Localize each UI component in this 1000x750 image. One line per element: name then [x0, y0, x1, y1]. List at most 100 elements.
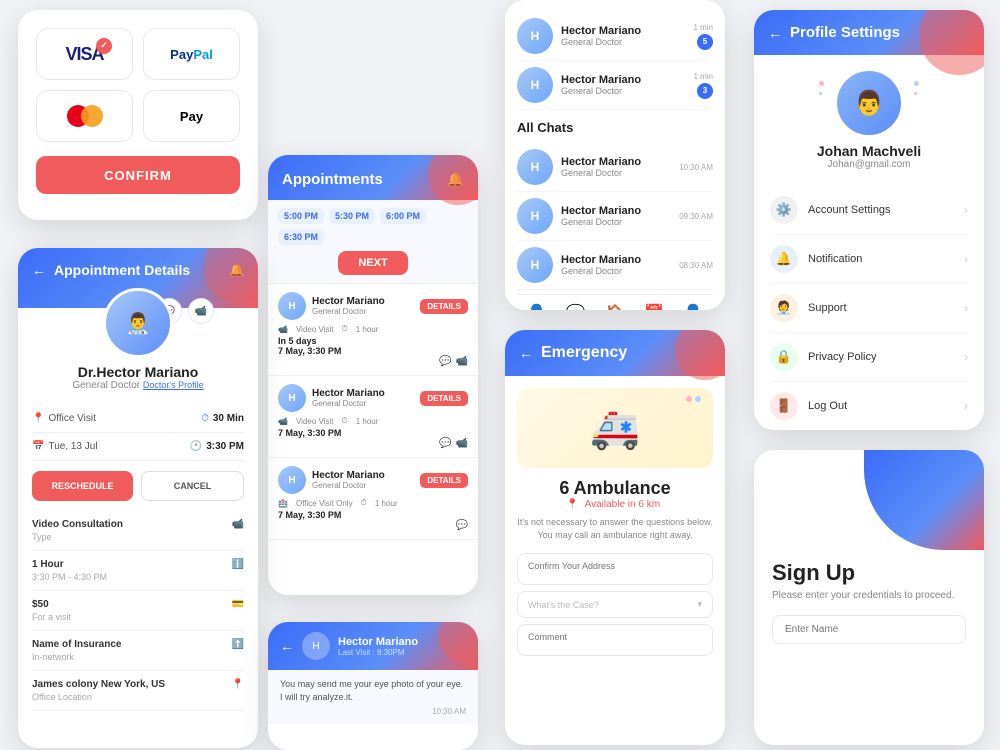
time-chip-4[interactable]: 6:30 PM — [278, 229, 324, 245]
mastercard-logo — [67, 105, 103, 127]
nav-user-icon[interactable]: 👤 — [683, 303, 703, 310]
back-button[interactable]: ← — [32, 262, 46, 278]
visa-check-icon: ✓ — [96, 38, 112, 54]
recent-chat-1[interactable]: H Hector Mariano General Doctor 1 min 5 — [517, 12, 713, 61]
video-icon-2[interactable]: 📹 — [456, 438, 468, 449]
confirm-button[interactable]: CONFIRM — [36, 156, 240, 194]
comment-input[interactable] — [528, 632, 702, 642]
location-icon: 📍 — [32, 413, 44, 424]
time-chip-1[interactable]: 5:00 PM — [278, 208, 324, 224]
logout-label: Log Out — [808, 400, 964, 412]
signup-name-input[interactable] — [772, 615, 966, 644]
visit-date: Tue, 13 Jul — [48, 441, 97, 452]
details-badge-3[interactable]: DETAILS — [420, 473, 468, 488]
visa-logo: VISA ✓ — [65, 44, 103, 65]
all-chat-sub-2: General Doctor — [561, 217, 671, 227]
emergency-title: Emergency — [541, 344, 627, 362]
cancel-button[interactable]: CANCEL — [141, 471, 244, 501]
support-label: Support — [808, 302, 964, 314]
privacy-arrow: › — [964, 350, 968, 364]
doctor-chat-body: You may send me your eye photo of your e… — [268, 670, 478, 724]
nav-calendar-icon[interactable]: 📅 — [644, 303, 664, 310]
all-chat-time-1: 10:30 AM — [679, 163, 713, 172]
doc-full-name: Dr.Hector Mariano — [78, 364, 199, 380]
all-chat-avatar-2: H — [517, 198, 553, 234]
ambulance-availability: 📍 Available in 6 km — [517, 499, 713, 510]
profile-name: Johan Machveli — [817, 143, 921, 159]
emergency-back-button[interactable]: ← — [519, 345, 533, 361]
all-chat-3[interactable]: H Hector Mariano General Doctor 08:30 AM — [517, 241, 713, 290]
time-chip-2[interactable]: 5:30 PM — [329, 208, 375, 224]
all-chat-2[interactable]: H Hector Mariano General Doctor 09:30 AM — [517, 192, 713, 241]
duration-2: 1 hour — [356, 417, 379, 426]
detail-bell-icon[interactable]: 🔔 — [229, 263, 244, 277]
all-chat-name-1: Hector Mariano — [561, 156, 671, 168]
profile-avatar: 👨 — [837, 71, 901, 135]
applepay-option[interactable]: Pay — [143, 90, 240, 142]
reschedule-button[interactable]: RESCHEDULE — [32, 471, 133, 501]
video-icon-btn[interactable]: 📹 — [188, 298, 214, 324]
doctor-profile-link[interactable]: Doctor's Profile — [143, 380, 204, 390]
nav-person-icon[interactable]: 👤 — [527, 303, 547, 310]
location-label: James colony New York, US — [32, 679, 165, 690]
address-input[interactable] — [528, 561, 702, 571]
chat-sub-2: General Doctor — [561, 86, 685, 96]
doc-avatar-2: H — [278, 384, 306, 412]
settings-logout[interactable]: 🚪 Log Out › — [770, 382, 968, 430]
signup-subtitle: Please enter your credentials to proceed… — [772, 590, 966, 601]
recent-chat-2[interactable]: H Hector Mariano General Doctor 1 min 3 — [517, 61, 713, 110]
chat-badge-2: 3 — [697, 83, 713, 99]
settings-account[interactable]: ⚙️ Account Settings › — [770, 186, 968, 235]
paypal-logo: PayPal — [170, 47, 213, 62]
chevron-down-icon: ▾ — [697, 599, 702, 610]
doc-avatar-3: H — [278, 466, 306, 494]
support-arrow: › — [964, 301, 968, 315]
doc-name-3: Hector Mariano — [312, 470, 385, 481]
visit-type-icon-1: 📹 — [278, 325, 288, 334]
next-button[interactable]: NEXT — [338, 251, 407, 275]
duration-icon-1: ⏱ — [341, 324, 347, 334]
hours-row: 1 Hour 3:30 PM - 4:30 PM ℹ️ — [32, 551, 244, 591]
duration-1: 1 hour — [356, 325, 379, 334]
all-chat-avatar-3: H — [517, 247, 553, 283]
chat-icon-3[interactable]: 💬 — [456, 520, 468, 531]
account-settings-arrow: › — [964, 203, 968, 217]
details-badge-2[interactable]: DETAILS — [420, 391, 468, 406]
appointments-title: Appointments — [282, 171, 383, 188]
all-chat-1[interactable]: H Hector Mariano General Doctor 10:30 AM — [517, 143, 713, 192]
nav-chat-icon[interactable]: 💬 — [566, 303, 586, 310]
profile-header: ← Profile Settings — [754, 10, 984, 55]
all-chat-sub-1: General Doctor — [561, 168, 671, 178]
dc-back-button[interactable]: ← — [280, 638, 294, 654]
mc-orange-circle — [81, 105, 103, 127]
hours-icon: ℹ️ — [232, 559, 244, 582]
chat-icon-1[interactable]: 💬 — [439, 356, 451, 367]
video-icon-1[interactable]: 📹 — [456, 356, 468, 367]
chats-card: H Hector Mariano General Doctor 1 min 5 … — [505, 0, 725, 310]
logout-arrow: › — [964, 399, 968, 413]
hours-label: 1 Hour — [32, 559, 107, 570]
notification-icon: 🔔 — [770, 245, 798, 273]
profile-dots-left — [819, 81, 824, 95]
settings-support[interactable]: 🧑‍💼 Support › — [770, 284, 968, 333]
case-input-container[interactable]: What's the Case? ▾ — [517, 591, 713, 618]
mastercard-option[interactable] — [36, 90, 133, 142]
paypal-option[interactable]: PayPal — [143, 28, 240, 80]
chat-bottom-nav: 👤 💬 🏠 📅 👤 — [517, 294, 713, 310]
profile-back-button[interactable]: ← — [768, 25, 782, 41]
doc-title-2: General Doctor — [312, 399, 385, 408]
settings-notification[interactable]: 🔔 Notification › — [770, 235, 968, 284]
time-chip-3[interactable]: 6:00 PM — [380, 208, 426, 224]
nav-home-icon[interactable]: 🏠 — [605, 303, 625, 310]
chat-avatar-1: H — [517, 18, 553, 54]
notification-label: Notification — [808, 253, 964, 265]
visa-option[interactable]: VISA ✓ — [36, 28, 133, 80]
insurance-row: Name of Insurance In-network ⬆️ — [32, 631, 244, 671]
details-badge-1[interactable]: DETAILS — [420, 299, 468, 314]
profile-dots-right — [914, 81, 919, 95]
chat-icon-2[interactable]: 💬 — [439, 438, 451, 449]
settings-privacy[interactable]: 🔒 Privacy Policy › — [770, 333, 968, 382]
emergency-card: ← Emergency 🚑 6 Ambulance 📍 Available in… — [505, 330, 725, 745]
privacy-label: Privacy Policy — [808, 351, 964, 363]
bell-icon[interactable]: 🔔 — [447, 171, 464, 188]
